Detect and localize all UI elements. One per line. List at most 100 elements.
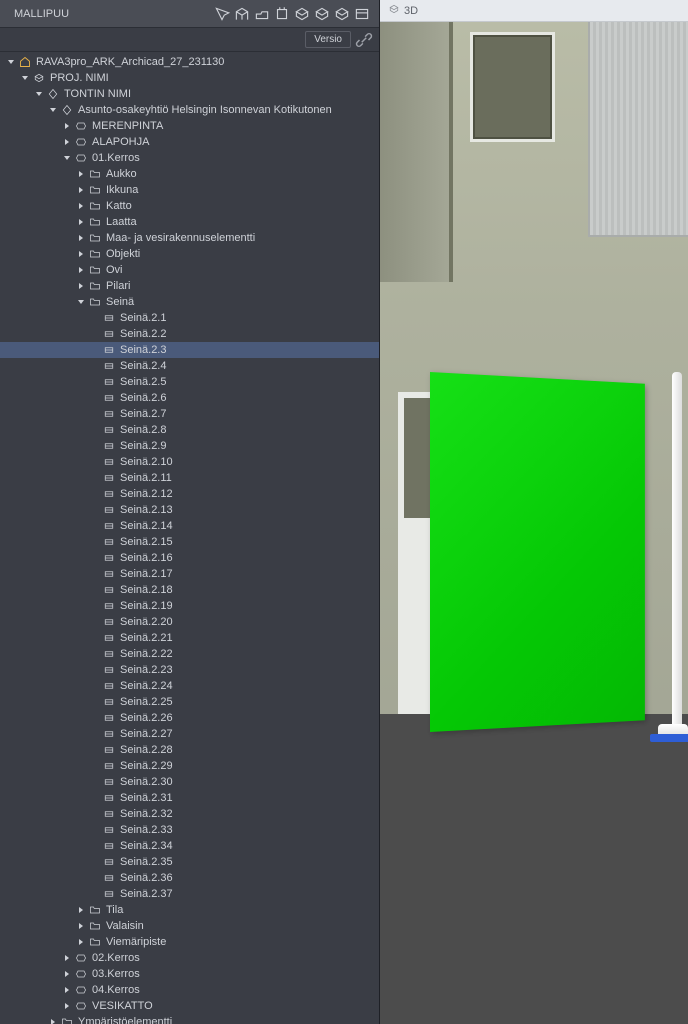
tree-arrow-icon[interactable] (62, 969, 72, 979)
tree-row[interactable]: PROJ. NIMI (0, 70, 379, 86)
tree-row[interactable]: Seinä.2.12 (0, 486, 379, 502)
tree-arrow-icon[interactable] (76, 921, 86, 931)
tree-row[interactable]: Seinä.2.32 (0, 806, 379, 822)
tree-row[interactable]: Seinä.2.3 (0, 342, 379, 358)
tree-row[interactable]: Ikkuna (0, 182, 379, 198)
tree-row[interactable]: 01.Kerros (0, 150, 379, 166)
tree-row[interactable]: Ovi (0, 262, 379, 278)
tree-arrow-icon[interactable] (62, 985, 72, 995)
tree-row[interactable]: Seinä.2.19 (0, 598, 379, 614)
tree-row[interactable]: Seinä.2.16 (0, 550, 379, 566)
tree-row[interactable]: Tila (0, 902, 379, 918)
tree-row[interactable]: MERENPINTA (0, 118, 379, 134)
tree-row-label: Asunto-osakeyhtiö Helsingin Isonnevan Ko… (78, 104, 373, 116)
tree-row[interactable]: Viemäripiste (0, 934, 379, 950)
tree-arrow-icon[interactable] (20, 73, 30, 83)
tree-row[interactable]: 02.Kerros (0, 950, 379, 966)
tree-arrow-icon[interactable] (48, 105, 58, 115)
tree-row[interactable]: 04.Kerros (0, 982, 379, 998)
tree-row[interactable]: Seinä.2.8 (0, 422, 379, 438)
tree-row[interactable]: Seinä.2.36 (0, 870, 379, 886)
tree-row[interactable]: Seinä.2.21 (0, 630, 379, 646)
tree-row[interactable]: Seinä.2.27 (0, 726, 379, 742)
viewport-canvas[interactable] (380, 22, 688, 1024)
tree-arrow-icon[interactable] (76, 201, 86, 211)
tool-7-icon[interactable] (333, 5, 351, 23)
tree-row[interactable]: VESIKATTO (0, 998, 379, 1014)
tree-arrow-icon[interactable] (62, 1001, 72, 1011)
tree-arrow-icon[interactable] (76, 185, 86, 195)
tree-row[interactable]: Valaisin (0, 918, 379, 934)
tree-row[interactable]: TONTIN NIMI (0, 86, 379, 102)
tree-row[interactable]: Seinä.2.30 (0, 774, 379, 790)
tree-row[interactable]: Seinä.2.2 (0, 326, 379, 342)
tree-row[interactable]: RAVA3pro_ARK_Archicad_27_231130 (0, 54, 379, 70)
tree-row[interactable]: Seinä.2.1 (0, 310, 379, 326)
tree-arrow-icon[interactable] (76, 937, 86, 947)
tree-arrow-icon[interactable] (62, 137, 72, 147)
viewport-tab-label[interactable]: 3D (404, 5, 418, 17)
tree-row[interactable]: Seinä.2.24 (0, 678, 379, 694)
tool-8-icon[interactable] (353, 5, 371, 23)
tree-row[interactable]: ALAPOHJA (0, 134, 379, 150)
tree-arrow-icon[interactable] (76, 265, 86, 275)
tree-row[interactable]: Seinä.2.34 (0, 838, 379, 854)
tree-row[interactable]: Seinä.2.28 (0, 742, 379, 758)
tree-row[interactable]: Aukko (0, 166, 379, 182)
tree-row[interactable]: Laatta (0, 214, 379, 230)
tree-row[interactable]: Asunto-osakeyhtiö Helsingin Isonnevan Ko… (0, 102, 379, 118)
tree-row[interactable]: Seinä.2.13 (0, 502, 379, 518)
tree-row[interactable]: Pilari (0, 278, 379, 294)
tree-row[interactable]: 03.Kerros (0, 966, 379, 982)
tree-row[interactable]: Seinä.2.5 (0, 374, 379, 390)
tree-arrow-icon[interactable] (62, 153, 72, 163)
tree-row[interactable]: Seinä.2.26 (0, 710, 379, 726)
tool-2-icon[interactable] (233, 5, 251, 23)
tree-row[interactable]: Seinä.2.31 (0, 790, 379, 806)
tree-row[interactable]: Seinä.2.15 (0, 534, 379, 550)
tree-row[interactable]: Seinä.2.7 (0, 406, 379, 422)
tree-row[interactable]: Seinä (0, 294, 379, 310)
tool-3-icon[interactable] (253, 5, 271, 23)
tree-row[interactable]: Ympäristöelementti (0, 1014, 379, 1024)
tree-row[interactable]: Seinä.2.35 (0, 854, 379, 870)
tool-4-icon[interactable] (273, 5, 291, 23)
tree-row[interactable]: Seinä.2.33 (0, 822, 379, 838)
tree-arrow-icon[interactable] (76, 169, 86, 179)
tree-row[interactable]: Seinä.2.4 (0, 358, 379, 374)
tool-1-icon[interactable] (213, 5, 231, 23)
tree-row[interactable]: Seinä.2.20 (0, 614, 379, 630)
version-button[interactable]: Versio (305, 31, 351, 48)
tree-row[interactable]: Seinä.2.17 (0, 566, 379, 582)
tree-arrow-icon[interactable] (76, 217, 86, 227)
tree-row[interactable]: Seinä.2.37 (0, 886, 379, 902)
tree-row[interactable]: Katto (0, 198, 379, 214)
tool-6-icon[interactable] (313, 5, 331, 23)
element-icon (102, 375, 116, 389)
tree-arrow-icon[interactable] (62, 953, 72, 963)
tree-arrow-icon[interactable] (62, 121, 72, 131)
tree-row[interactable]: Maa- ja vesirakennuselementti (0, 230, 379, 246)
tree-row[interactable]: Seinä.2.9 (0, 438, 379, 454)
tree-arrow-icon[interactable] (76, 281, 86, 291)
tree-row[interactable]: Objekti (0, 246, 379, 262)
tree-row[interactable]: Seinä.2.6 (0, 390, 379, 406)
tree-arrow-icon[interactable] (6, 57, 16, 67)
tree-arrow-icon[interactable] (48, 1017, 58, 1024)
tree-row[interactable]: Seinä.2.22 (0, 646, 379, 662)
tree-arrow-icon[interactable] (76, 297, 86, 307)
tree-row[interactable]: Seinä.2.23 (0, 662, 379, 678)
tree-arrow-icon[interactable] (34, 89, 44, 99)
tree-arrow-icon[interactable] (76, 233, 86, 243)
tree-row[interactable]: Seinä.2.18 (0, 582, 379, 598)
link-icon[interactable] (355, 31, 373, 49)
tree-row[interactable]: Seinä.2.10 (0, 454, 379, 470)
tree-arrow-icon[interactable] (76, 905, 86, 915)
tool-5-icon[interactable] (293, 5, 311, 23)
tree-row[interactable]: Seinä.2.29 (0, 758, 379, 774)
tree-row[interactable]: Seinä.2.11 (0, 470, 379, 486)
tree-arrow-icon[interactable] (76, 249, 86, 259)
model-tree[interactable]: RAVA3pro_ARK_Archicad_27_231130PROJ. NIM… (0, 52, 379, 1024)
tree-row[interactable]: Seinä.2.14 (0, 518, 379, 534)
tree-row[interactable]: Seinä.2.25 (0, 694, 379, 710)
